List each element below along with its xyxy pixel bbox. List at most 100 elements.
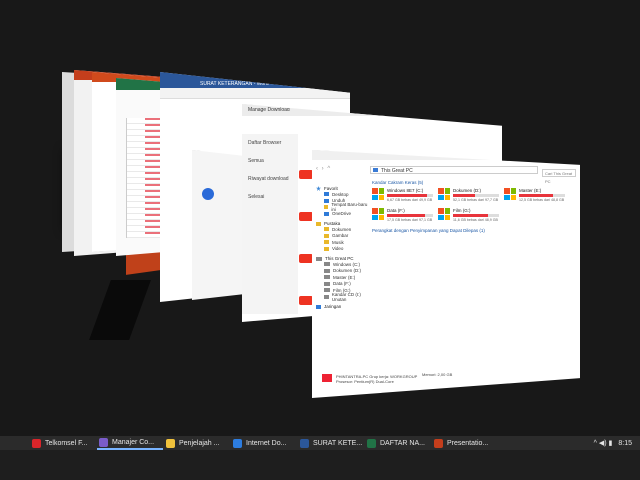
group-label: Jaringan	[324, 304, 342, 309]
folder-icon	[324, 240, 329, 245]
nav-item-label: Kandar CD (I:) Unutan	[331, 291, 361, 302]
nav-item-label: Master (E:)	[333, 274, 356, 280]
taskbar-item[interactable]: DAFTAR NA...	[365, 436, 431, 450]
drive-usage-bar	[519, 194, 565, 197]
drive-info: Dokumen (D:) 52,1 GB bebas dari 97,7 GB	[453, 188, 501, 202]
drive-icon	[324, 281, 330, 286]
group-label: Pustaka	[324, 221, 341, 226]
taskbar-item[interactable]: Manajer Co...	[97, 436, 163, 450]
windows-drive-icon	[438, 188, 450, 200]
search-input[interactable]: Cari This Great PC	[542, 169, 576, 184]
download-icon	[324, 198, 329, 203]
drive-free-space: 17,5 GB bebas dari 97,1 GB	[387, 218, 433, 222]
drive-name: Dokumen (D:)	[453, 188, 482, 193]
nav-item-label: Windows (C:)	[333, 261, 361, 267]
nav-item-drive[interactable]: Kandar CD (I:) Unutan	[316, 291, 368, 302]
drive-info: Data (F:) 17,5 GB bebas dari 97,1 GB	[387, 208, 435, 222]
sidebar-item[interactable]: Semua	[242, 152, 298, 170]
app-icon	[166, 438, 175, 448]
details-line: Prosesor: Pentium(R) Dual-Core	[336, 379, 394, 384]
system-tray: ^ ◀) ▮ 8:15	[594, 436, 632, 450]
nav-item-label: Data (F:)	[333, 281, 351, 287]
window-title: SURAT KETERANGAN - Word	[200, 81, 269, 87]
drive-usage-bar	[387, 194, 433, 197]
drive-icon	[324, 275, 330, 280]
clock[interactable]: 8:15	[618, 440, 632, 447]
windows-drive-icon	[372, 188, 384, 200]
decorative-shape	[89, 280, 151, 340]
window-file-explorer[interactable]: ‹ › ^ This Great PC Cari This Great PC F…	[312, 150, 580, 398]
drive-name: Data (F:)	[387, 208, 405, 213]
taskbar-item-label: DAFTAR NA...	[380, 439, 425, 447]
app-icon	[300, 438, 309, 448]
taskbar-item[interactable]: Penjelajah ...	[164, 436, 230, 450]
app-icon	[367, 438, 376, 448]
taskbar-item[interactable]: SURAT KETE...	[298, 436, 364, 450]
drive-name: Film (G:)	[453, 208, 471, 213]
group-label: This Great PC	[325, 256, 354, 261]
title-bar: SURAT KETERANGAN - Word	[160, 72, 350, 88]
app-icon	[32, 438, 41, 448]
nav-item-label: Dokumen	[332, 226, 352, 232]
computer-icon	[322, 374, 332, 382]
drive-icon	[324, 262, 330, 267]
section-header[interactable]: Kandar Cakram Keras (5)	[372, 180, 572, 185]
drive-free-space: 52,1 GB bebas dari 97,7 GB	[453, 198, 499, 202]
taskbar-item[interactable]: Presentatio...	[432, 436, 498, 450]
folder-icon	[324, 192, 329, 197]
tray-icons[interactable]: ^ ◀) ▮	[594, 439, 613, 447]
taskbar: Telkomsel F... Manajer Co... Penjelajah ..…	[0, 436, 640, 480]
drive-info: Film (G:) 11,6 GB bebas dari 48,9 GB	[453, 208, 501, 222]
section-header[interactable]: Perangkat dengan Penyimpanan yang Dapat …	[372, 228, 572, 233]
drive-info: Windows 8E7 (C:) 6,67 GB bebas dari 49,9 …	[387, 188, 435, 202]
drive-grid: Windows 8E7 (C:) 6,67 GB bebas dari 49,9 …	[372, 188, 572, 222]
nav-buttons[interactable]: ‹ › ^	[316, 166, 331, 172]
folder-icon	[324, 227, 329, 232]
windows-drive-icon	[372, 208, 384, 220]
folder-icon	[324, 205, 329, 210]
windows-drive-icon	[438, 208, 450, 220]
nav-item-videos[interactable]: Video	[316, 246, 368, 253]
taskbar-item-label: Manajer Co...	[112, 438, 155, 446]
drive-tile[interactable]: Windows 8E7 (C:) 6,67 GB bebas dari 49,9 …	[372, 188, 438, 202]
drive-icon	[324, 288, 330, 293]
memory-label: Memori: 2,00 GB	[422, 372, 453, 377]
windows-drive-icon	[504, 188, 516, 200]
ribbon	[160, 88, 350, 99]
cd-drive-icon	[324, 294, 329, 299]
drive-free-space: 12,5 GB bebas dari 48,8 GB	[519, 198, 565, 202]
group-label: Favorit	[324, 186, 338, 191]
sidebar-item[interactable]: Riwayat download	[242, 170, 298, 188]
taskbar-item[interactable]: Telkomsel F...	[30, 436, 96, 450]
sidebar-item[interactable]: Selesai	[242, 188, 298, 206]
navigation-pane: Favorit Desktop Unduh Tempat Baru-baru i…	[316, 182, 368, 309]
taskbar-item-label: Penjelajah ...	[179, 439, 220, 447]
add-url-icon	[202, 188, 214, 200]
video-icon	[299, 296, 313, 305]
drive-tile[interactable]: Film (G:) 11,6 GB bebas dari 48,9 GB	[438, 208, 504, 222]
taskbar-item[interactable]: Internet Do...	[231, 436, 297, 450]
drive-usage-bar	[453, 194, 499, 197]
folder-icon	[324, 233, 329, 238]
computer-icon	[373, 168, 378, 172]
taskbar-item-label: SURAT KETE...	[313, 439, 363, 447]
drive-tile[interactable]: Data (F:) 17,5 GB bebas dari 97,1 GB	[372, 208, 438, 222]
drive-free-space: 6,67 GB bebas dari 49,9 GB	[387, 198, 433, 202]
taskbar-item-label: Telkomsel F...	[45, 439, 88, 447]
video-icon	[299, 212, 313, 221]
nav-item-label: Gambar	[332, 233, 349, 239]
taskbar-row: Telkomsel F... Manajer Co... Penjelajah ..…	[0, 436, 640, 450]
address-bar[interactable]: This Great PC	[370, 166, 538, 174]
nav-item-label: Dokumen (D:)	[333, 268, 362, 274]
folder-icon	[324, 246, 329, 251]
task-switcher-stage: SURAT KETERANGAN - Word Manage Download …	[0, 0, 640, 436]
browser-sidebar: Daftar Browser Semua Riwayat download Se…	[242, 134, 298, 314]
drive-tile[interactable]: Master (E:) 12,5 GB bebas dari 48,8 GB	[504, 188, 570, 202]
network-group[interactable]: Jaringan	[316, 304, 368, 309]
drive-tile[interactable]: Dokumen (D:) 52,1 GB bebas dari 97,7 GB	[438, 188, 504, 202]
sidebar-item[interactable]: Daftar Browser	[242, 134, 298, 152]
nav-item-label: Desktop	[332, 191, 349, 197]
drive-usage-bar	[387, 214, 433, 217]
computer-icon	[316, 256, 322, 261]
address-text: This Great PC	[381, 168, 413, 174]
